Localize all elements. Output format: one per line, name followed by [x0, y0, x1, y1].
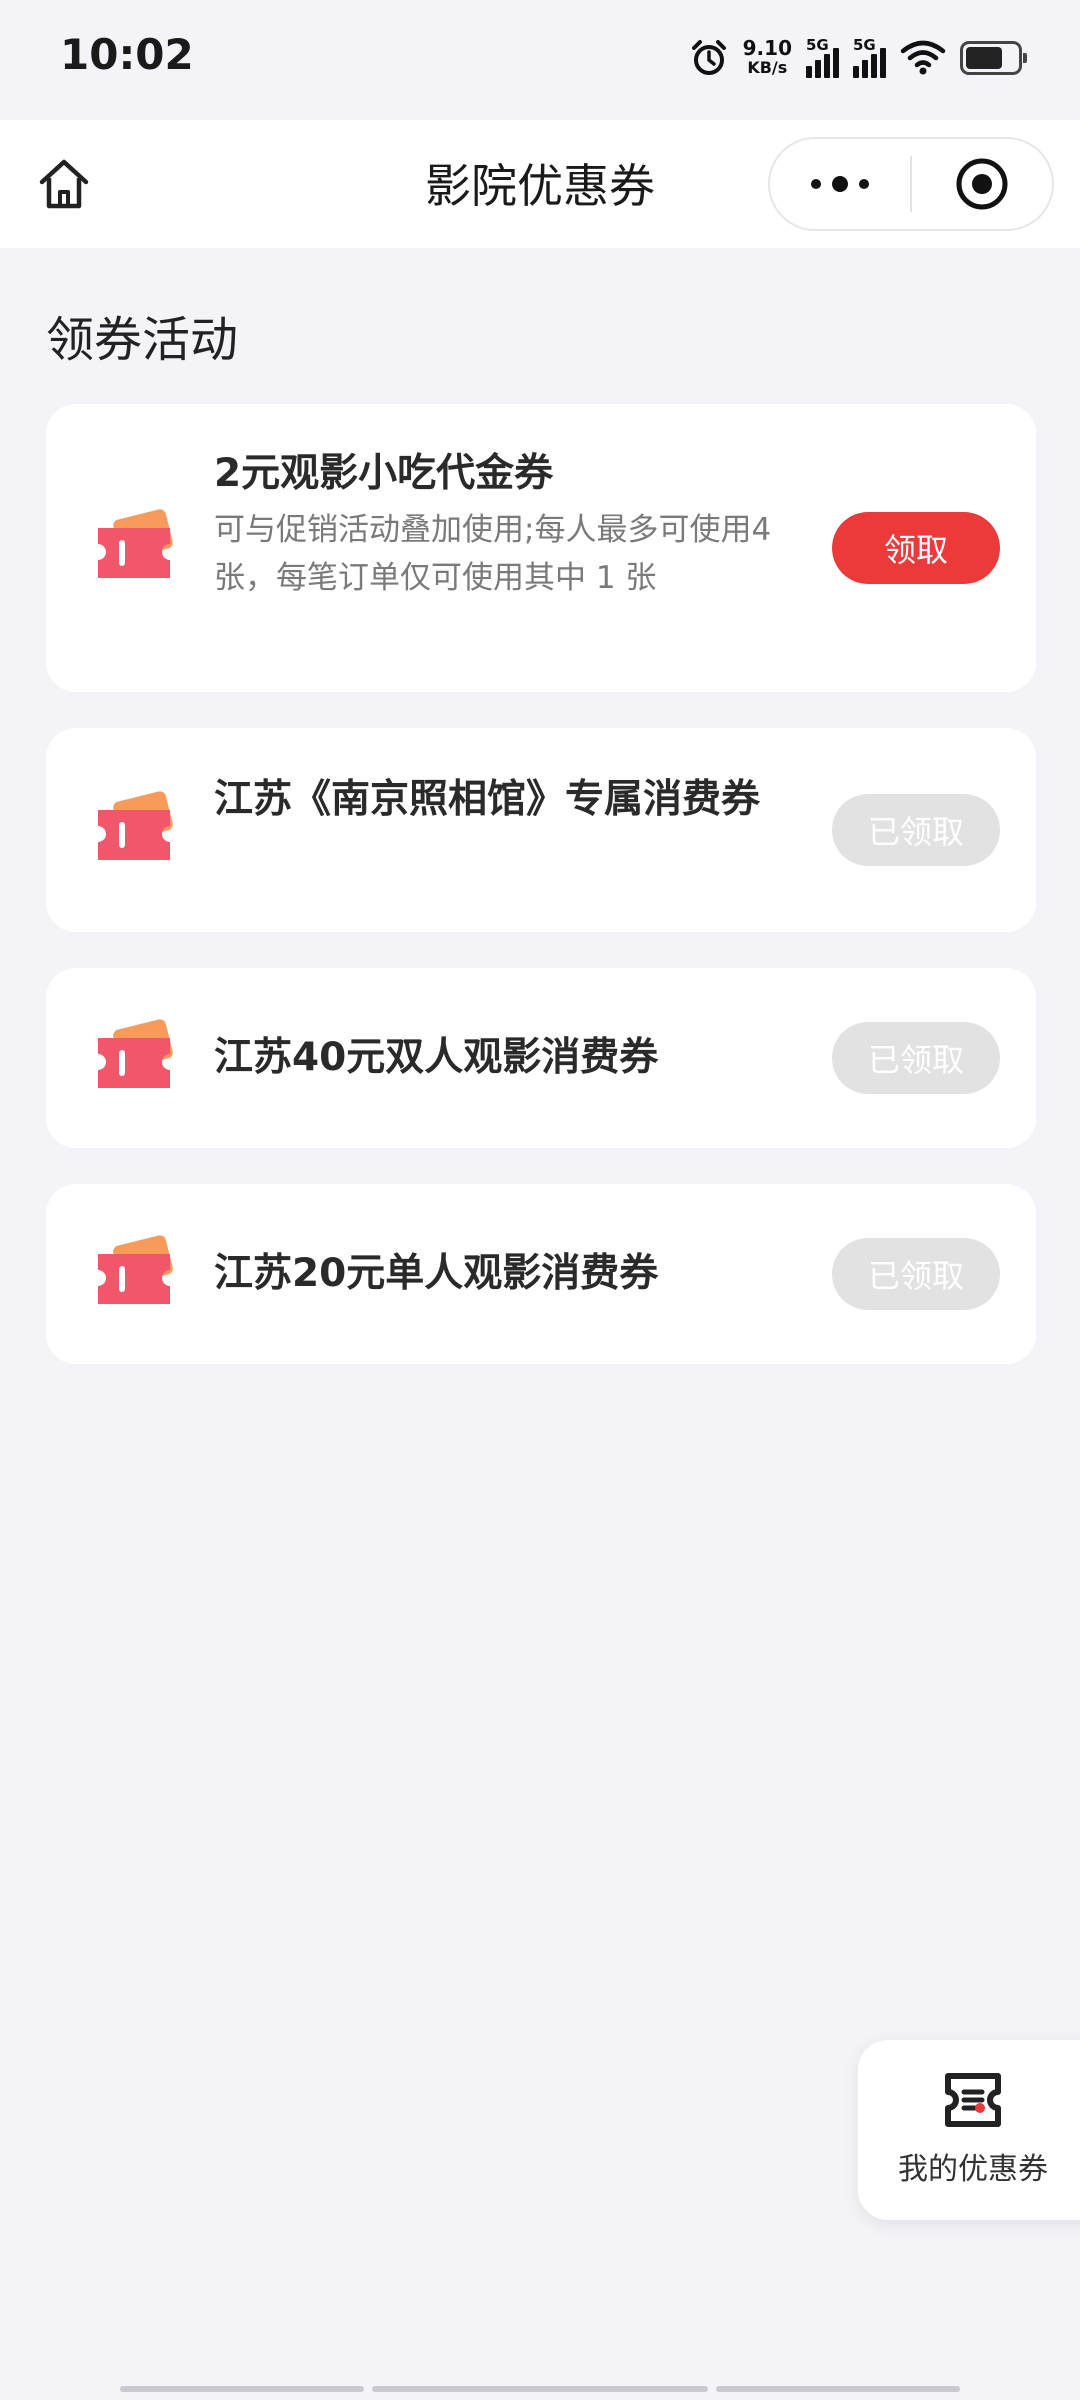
speed-unit: KB/s	[747, 58, 788, 77]
claimed-button: 已领取	[832, 1022, 1000, 1094]
coupon-card: 江苏《南京照相馆》专属消费券 已领取	[46, 728, 1036, 932]
ticket-icon	[98, 1235, 173, 1304]
more-dots-icon	[811, 176, 869, 192]
ticket-icon	[98, 1019, 173, 1088]
gesture-bar	[716, 2386, 960, 2392]
nav-bar: 影院优惠券	[0, 120, 1080, 248]
coupon-text: 江苏《南京照相馆》专属消费券	[214, 770, 774, 830]
signal-5g-2: 5G	[853, 36, 886, 78]
signal-label-2: 5G	[853, 36, 876, 54]
coupon-text: 江苏20元单人观影消费券	[214, 1244, 774, 1304]
battery-icon	[960, 41, 1027, 75]
my-coupons-label: 我的优惠券	[898, 2152, 1048, 2187]
target-close-icon	[956, 158, 1008, 210]
status-icons: 9.10 KB/s 5G 5G	[689, 36, 1027, 80]
claimed-button: 已领取	[832, 794, 1000, 866]
coupon-title: 江苏20元单人观影消费券	[214, 1251, 659, 1296]
close-button[interactable]	[912, 139, 1052, 229]
status-time: 10:02	[60, 30, 194, 79]
coupon-text: 2元观影小吃代金券 可与促销活动叠加使用;每人最多可使用4张，每笔订单仅可使用其…	[214, 444, 774, 602]
my-coupons-button[interactable]: 我的优惠券	[858, 2040, 1080, 2220]
more-button[interactable]	[770, 139, 910, 229]
coupon-text: 江苏40元双人观影消费券	[214, 1028, 774, 1088]
gesture-bar	[372, 2386, 708, 2392]
ticket-icon	[98, 791, 173, 860]
coupon-title: 江苏40元双人观影消费券	[214, 1035, 659, 1080]
ticket-icon	[98, 509, 173, 578]
coupon-card: 江苏40元双人观影消费券 已领取	[46, 968, 1036, 1148]
coupon-title: 江苏《南京照相馆》专属消费券	[214, 777, 761, 822]
signal-label-1: 5G	[806, 36, 829, 54]
gesture-bar	[120, 2386, 364, 2392]
coupon-desc: 可与促销活动叠加使用;每人最多可使用4张，每笔订单仅可使用其中 1 张	[214, 512, 772, 596]
coupon-title: 2元观影小吃代金券	[214, 451, 554, 496]
mini-program-capsule	[768, 137, 1054, 231]
signal-5g-1: 5G	[806, 36, 839, 78]
coupon-card: 江苏20元单人观影消费券 已领取	[46, 1184, 1036, 1364]
wifi-icon	[900, 40, 946, 75]
section-title: 领券活动	[46, 312, 239, 368]
status-bar: 10:02 9.10 KB/s 5G 5G	[0, 0, 1080, 120]
claimed-button: 已领取	[832, 1238, 1000, 1310]
alarm-icon	[691, 40, 726, 75]
speed-value: 9.10	[742, 36, 792, 60]
coupon-card: 2元观影小吃代金券 可与促销活动叠加使用;每人最多可使用4张，每笔订单仅可使用其…	[46, 404, 1036, 692]
coupon-wallet-icon	[945, 2073, 1001, 2127]
claim-button[interactable]: 领取	[832, 512, 1000, 584]
network-speed: 9.10 KB/s	[743, 38, 792, 78]
